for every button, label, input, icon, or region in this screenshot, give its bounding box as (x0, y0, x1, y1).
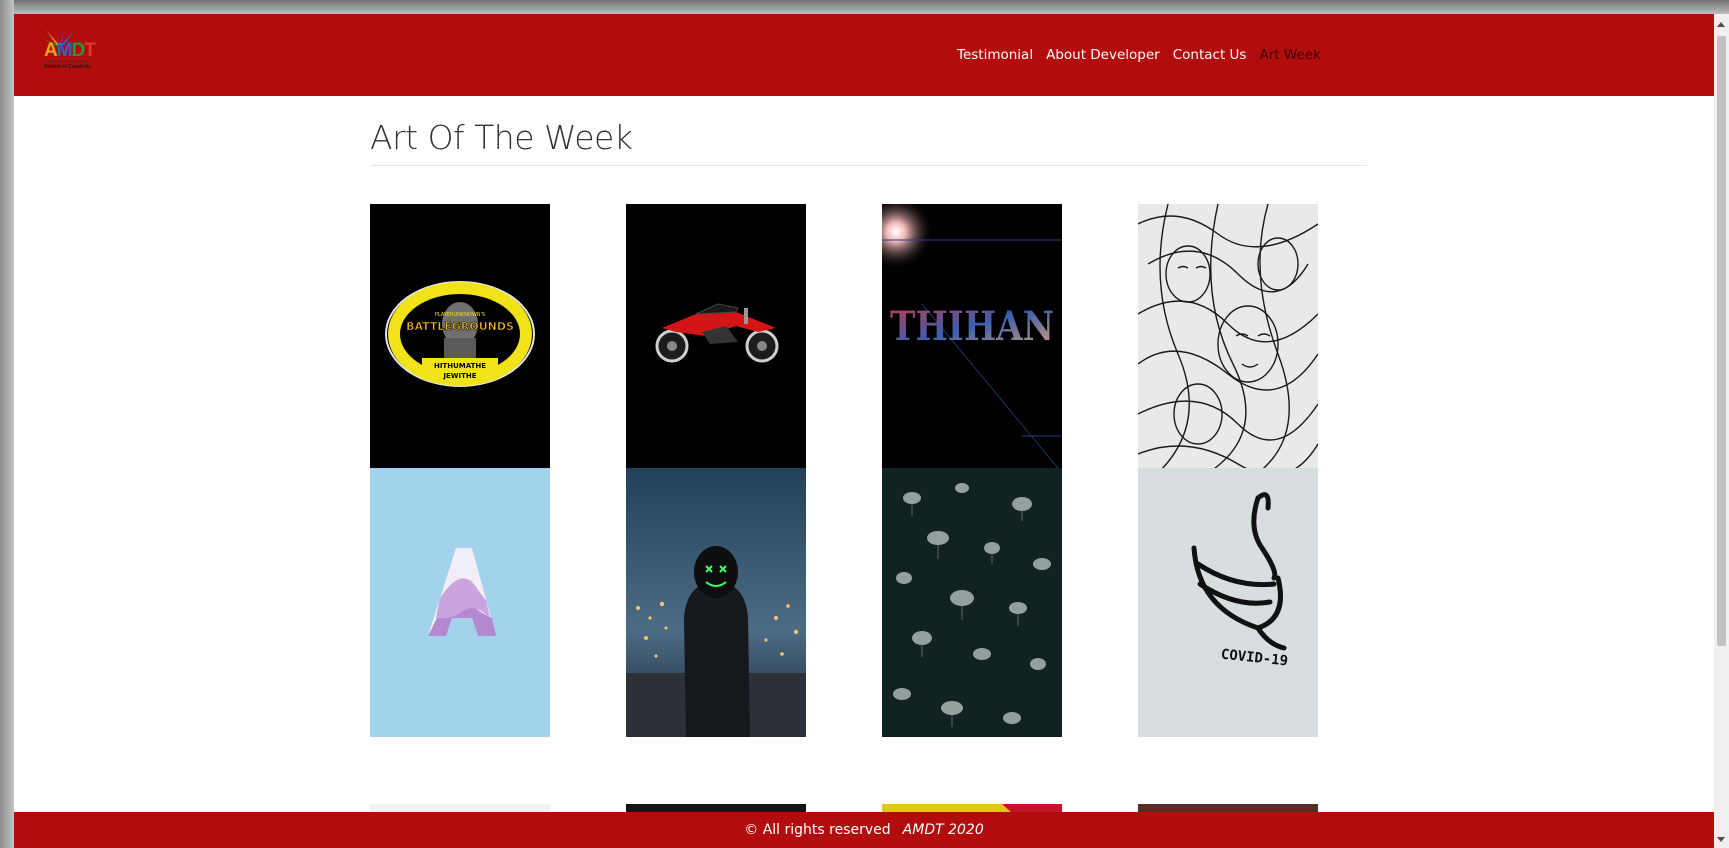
scroll-down-arrow-icon[interactable] (1717, 837, 1725, 842)
artwork-battlegrounds-image: PLAYERUNKNOWN'S BATTLEGROUNDS HITHUMATHE… (370, 204, 550, 473)
logo-tagline: School of Creativity (44, 64, 91, 70)
browser-viewport: AMDT ACADEMY OF MULTIMEDIA School of Cre… (14, 14, 1729, 848)
artwork-covid-mask[interactable]: COVID-19 (1138, 468, 1318, 737)
artwork-masked-figure-image (626, 468, 806, 737)
page-title: Art Of The Week (370, 118, 633, 157)
svg-text:JEWITHE: JEWITHE (442, 372, 476, 380)
svg-text:THIHAN: THIHAN (890, 303, 1054, 350)
window-shadow-left (0, 0, 14, 848)
navbar: AMDT ACADEMY OF MULTIMEDIA School of Cre… (14, 14, 1714, 96)
svg-text:BATTLEGROUNDS: BATTLEGROUNDS (406, 320, 514, 333)
vertical-scrollbar[interactable] (1714, 14, 1729, 848)
artwork-motorbike[interactable] (626, 204, 806, 473)
artwork-motorbike-image (626, 204, 806, 473)
svg-text:PLAYERUNKNOWN'S: PLAYERUNKNOWN'S (435, 312, 485, 318)
nav-link-art-week[interactable]: Art Week (1259, 47, 1320, 63)
logo-wordmark: AMDT (44, 40, 96, 61)
artwork-masked-figure[interactable] (626, 468, 806, 737)
artwork-covid-mask-image: COVID-19 (1138, 468, 1318, 737)
window-shadow-top (0, 0, 1729, 14)
footer-brand: AMDT 2020 (902, 822, 984, 838)
artwork-jellyfish-image (882, 468, 1062, 737)
artwork-sketch-faces-image (1138, 204, 1318, 473)
title-divider (370, 165, 1367, 166)
nav-link-testimonial[interactable]: Testimonial (957, 47, 1033, 63)
amdt-logo[interactable]: AMDT ACADEMY OF MULTIMEDIA School of Cre… (36, 26, 108, 76)
footer: © All rights reserved AMDT 2020 (14, 812, 1714, 848)
artwork-battlegrounds[interactable]: PLAYERUNKNOWN'S BATTLEGROUNDS HITHUMATHE… (370, 204, 550, 473)
scroll-thumb[interactable] (1717, 36, 1726, 646)
artwork-thihan[interactable]: THIHAN (882, 204, 1062, 473)
artwork-thihan-image: THIHAN (882, 204, 1062, 473)
footer-copyright: © All rights reserved (744, 822, 891, 838)
nav-link-about-developer[interactable]: About Developer (1046, 47, 1160, 63)
artwork-letter-a-image: A (370, 468, 550, 737)
svg-text:HITHUMATHE: HITHUMATHE (434, 362, 486, 370)
artwork-jellyfish[interactable] (882, 468, 1062, 737)
artwork-letter-a[interactable]: A (370, 468, 550, 737)
nav-links: Testimonial About Developer Contact Us A… (957, 47, 1334, 63)
nav-link-contact-us[interactable]: Contact Us (1173, 47, 1247, 63)
artwork-sketch-faces[interactable] (1138, 204, 1318, 473)
scroll-up-arrow-icon[interactable] (1717, 22, 1725, 27)
